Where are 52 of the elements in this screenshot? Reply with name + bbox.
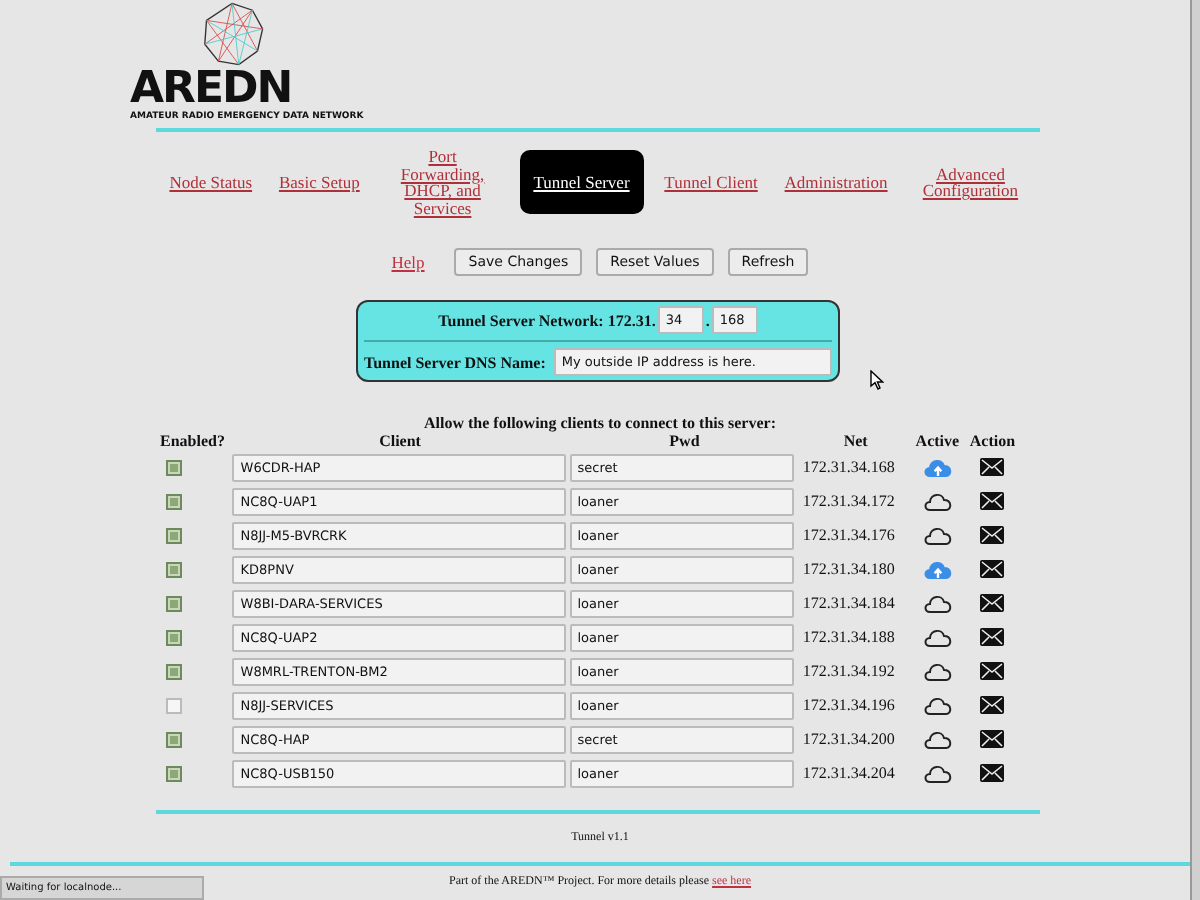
- net-address: 172.31.34.184: [800, 594, 897, 612]
- nav-tab[interactable]: Administration: [778, 165, 894, 199]
- enabled-checkbox[interactable]: [166, 697, 182, 713]
- column-header: Active: [913, 432, 962, 450]
- envelope-icon[interactable]: [980, 594, 1005, 612]
- enabled-checkbox[interactable]: [166, 765, 182, 781]
- net-address: 172.31.34.172: [800, 492, 897, 510]
- net-address: 172.31.34.200: [800, 730, 897, 748]
- logo-wordmark: AREDN: [130, 68, 292, 112]
- network-label: Tunnel Server Network: 172.31.: [438, 311, 656, 329]
- envelope-icon[interactable]: [980, 628, 1005, 646]
- nav-tab[interactable]: Tunnel Server: [519, 149, 644, 215]
- column-header: Action: [967, 432, 1018, 450]
- enabled-checkbox[interactable]: [166, 731, 182, 747]
- net-address: 172.31.34.180: [800, 560, 897, 578]
- net-address: 172.31.34.168: [800, 458, 897, 476]
- nav-tab[interactable]: Advanced Configuration: [908, 157, 1033, 207]
- envelope-icon[interactable]: [980, 458, 1005, 476]
- enabled-checkbox[interactable]: [166, 629, 182, 645]
- envelope-icon[interactable]: [980, 696, 1005, 714]
- help-link[interactable]: Help: [391, 251, 425, 271]
- scrollbar[interactable]: [1190, 0, 1200, 900]
- envelope-icon[interactable]: [980, 560, 1005, 578]
- nav-tab[interactable]: Basic Setup: [272, 165, 366, 199]
- enabled-checkbox[interactable]: [166, 561, 182, 577]
- column-header: Net: [841, 432, 870, 450]
- envelope-icon[interactable]: [980, 526, 1005, 544]
- column-header: Enabled?: [160, 432, 227, 450]
- dns-label: Tunnel Server DNS Name:: [364, 353, 546, 371]
- envelope-icon[interactable]: [980, 764, 1005, 782]
- nav-tab[interactable]: Node Status: [163, 165, 259, 199]
- network-logo-icon: [198, 0, 266, 68]
- envelope-icon[interactable]: [980, 662, 1005, 680]
- separator-text: .: [705, 311, 710, 329]
- envelope-icon[interactable]: [980, 730, 1005, 748]
- net-address: 172.31.34.204: [800, 764, 897, 782]
- net-address: 172.31.34.196: [800, 696, 897, 714]
- column-header: Client: [377, 432, 423, 450]
- enabled-checkbox[interactable]: [166, 527, 182, 543]
- envelope-icon[interactable]: [980, 492, 1005, 510]
- mouse-cursor-icon: [870, 370, 884, 390]
- column-header: Pwd: [667, 432, 702, 450]
- net-address: 172.31.34.176: [800, 526, 897, 544]
- enabled-checkbox[interactable]: [166, 663, 182, 679]
- net-address: 172.31.34.192: [800, 662, 897, 680]
- nav-tab[interactable]: Tunnel Client: [658, 165, 764, 199]
- enabled-checkbox[interactable]: [166, 459, 182, 475]
- enabled-checkbox[interactable]: [166, 595, 182, 611]
- net-address: 172.31.34.188: [800, 628, 897, 646]
- enabled-checkbox[interactable]: [166, 493, 182, 509]
- table-caption: Allow the following clients to connect to this server:: [422, 414, 778, 432]
- nav-tab[interactable]: Port Forwarding, DHCP, and Services: [380, 140, 505, 224]
